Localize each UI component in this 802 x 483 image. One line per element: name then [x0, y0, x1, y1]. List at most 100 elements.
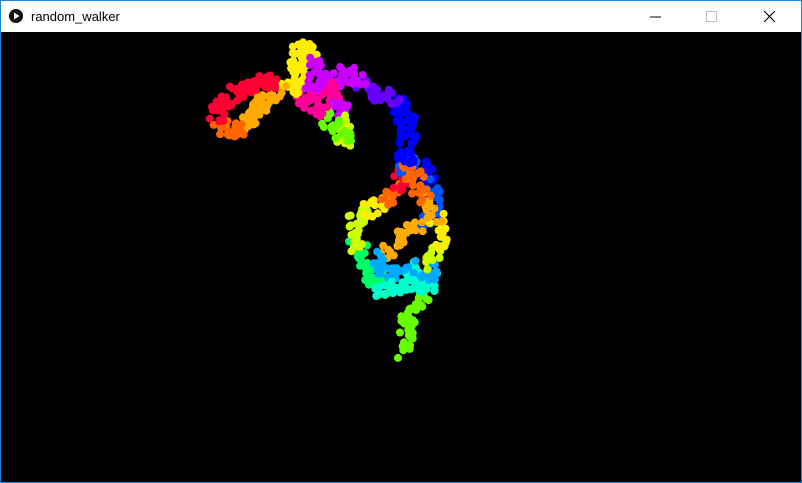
- walk-dot: [365, 278, 374, 287]
- walk-dot: [358, 71, 367, 79]
- walk-dot: [369, 259, 378, 268]
- walk-dot: [293, 80, 302, 89]
- walk-dot: [345, 222, 354, 231]
- walk-dot: [372, 292, 381, 301]
- walk-dot: [208, 106, 217, 115]
- walk-dot: [215, 116, 224, 125]
- walk-dot: [324, 72, 333, 81]
- walk-dot: [435, 195, 444, 204]
- close-button[interactable]: [747, 1, 793, 32]
- walk-dot: [400, 338, 408, 347]
- walk-dot: [397, 186, 406, 195]
- walk-dot: [359, 200, 368, 208]
- walk-dot: [252, 79, 261, 88]
- walk-dot: [253, 107, 262, 116]
- walk-dot: [416, 198, 425, 207]
- walk-dot: [271, 82, 280, 90]
- walk-dot: [417, 271, 426, 280]
- walk-dot: [413, 169, 422, 178]
- walk-dot: [408, 328, 417, 337]
- walk-dot: [408, 316, 417, 325]
- walk-dot: [384, 85, 393, 94]
- walk-dot: [380, 281, 389, 290]
- app-window: random_walker: [0, 0, 802, 483]
- walk-dot: [432, 240, 441, 249]
- walk-dot: [315, 70, 324, 79]
- walk-dot: [205, 114, 214, 123]
- sketch-canvas[interactable]: [1, 32, 801, 482]
- close-icon: [764, 11, 776, 23]
- walk-dot: [396, 328, 404, 337]
- window-title: random_walker: [31, 9, 120, 24]
- walk-dot: [281, 82, 290, 91]
- walk-dot: [222, 93, 231, 102]
- minimize-button[interactable]: [633, 1, 679, 32]
- walk-dot: [407, 285, 416, 294]
- walk-dot: [392, 117, 401, 125]
- random-walk-trail: [205, 38, 451, 362]
- walk-dot: [225, 128, 234, 137]
- walk-dot: [340, 127, 349, 136]
- walk-dot: [428, 256, 437, 265]
- walk-dot: [389, 183, 398, 192]
- walk-dot: [251, 119, 260, 128]
- walk-dot: [244, 78, 253, 87]
- walk-dot: [328, 89, 337, 98]
- walk-dot: [266, 95, 275, 104]
- walk-dot: [350, 63, 359, 72]
- walk-dot: [435, 253, 444, 262]
- walk-dot: [423, 265, 432, 274]
- walk-dot: [397, 147, 405, 156]
- walk-dot: [247, 87, 255, 95]
- walk-dot: [214, 99, 223, 108]
- walk-dot: [369, 196, 378, 205]
- walk-dot: [336, 63, 345, 71]
- walk-dot: [439, 209, 448, 218]
- walk-dot: [437, 217, 446, 226]
- walk-dot: [408, 189, 417, 198]
- walk-dot: [400, 280, 409, 289]
- walk-dot: [394, 236, 403, 245]
- walk-dot: [396, 136, 405, 145]
- walk-dot: [334, 102, 342, 111]
- walk-dot: [377, 252, 386, 261]
- processing-play-icon: [9, 9, 23, 23]
- walk-dot: [399, 118, 408, 127]
- walk-dot: [418, 227, 427, 236]
- title-bar[interactable]: random_walker: [1, 1, 801, 32]
- walk-dot: [435, 187, 444, 196]
- walk-dot: [409, 277, 418, 286]
- walk-dot: [255, 72, 264, 81]
- walk-dot: [424, 296, 433, 305]
- walk-dot: [425, 199, 434, 208]
- minimize-icon: [650, 16, 661, 18]
- walk-dot: [380, 289, 389, 298]
- walk-dot: [307, 95, 316, 104]
- walk-dot: [356, 261, 365, 270]
- walk-dot: [289, 56, 298, 65]
- walk-dot: [356, 80, 365, 89]
- walk-dot: [376, 266, 385, 274]
- walk-dot: [373, 209, 382, 218]
- maximize-icon: [706, 11, 717, 22]
- walk-dot: [272, 75, 281, 84]
- walk-dot: [380, 92, 389, 101]
- walk-dot: [382, 187, 391, 196]
- walk-dot: [343, 101, 352, 110]
- walk-dot: [416, 181, 425, 190]
- walk-dot: [328, 122, 337, 131]
- walk-dot: [398, 108, 407, 116]
- walk-dot: [401, 175, 410, 184]
- walk-dot: [363, 211, 372, 220]
- walk-dot: [411, 256, 420, 265]
- walk-dot: [346, 211, 355, 220]
- walk-dot: [304, 77, 313, 86]
- walk-dot: [394, 353, 402, 362]
- walk-dot: [424, 276, 433, 284]
- maximize-button[interactable]: [689, 1, 735, 32]
- walk-dot: [384, 245, 393, 254]
- walk-dot: [430, 286, 439, 295]
- walk-dot: [311, 105, 320, 114]
- walk-dot: [349, 242, 358, 251]
- walk-dot: [294, 88, 303, 97]
